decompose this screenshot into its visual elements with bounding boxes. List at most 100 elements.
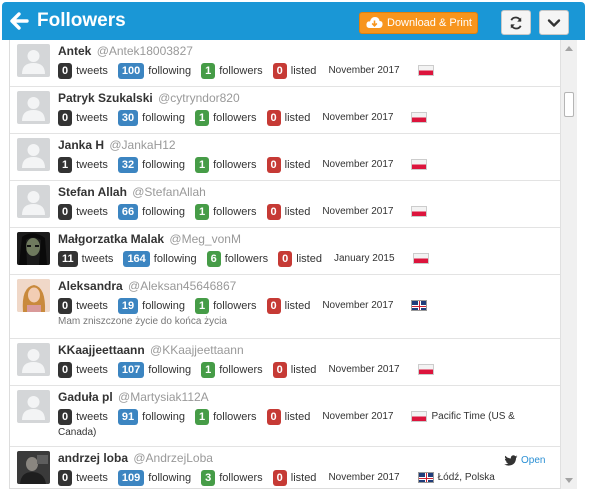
user-name[interactable]: KKaajjeettaann	[58, 343, 145, 357]
list-item[interactable]: Aleksandra @Aleksan45646867 0 tweets 19 foll…	[10, 275, 562, 339]
user-name[interactable]: Aleksandra	[58, 279, 123, 293]
name-line: Stefan Allah @StefanAllah	[58, 185, 206, 199]
user-name[interactable]: andrzej loba	[58, 451, 128, 465]
list-item[interactable]: Patryk Szukalski @cytryndor820 0 tweets 30 f…	[10, 87, 562, 134]
tweets-count-badge: 1	[58, 156, 73, 173]
scrollbar[interactable]	[560, 40, 577, 489]
following-label: following	[153, 252, 197, 265]
user-handle[interactable]: @JankaH12	[109, 138, 175, 152]
scrollbar-thumb[interactable]	[564, 92, 574, 117]
list-item[interactable]: Gaduła pl @Martysiak112A 0 tweets 91 followi…	[10, 386, 562, 447]
listed-label: listed	[284, 158, 311, 171]
uk-flag-icon	[411, 300, 428, 311]
tweets-count-badge: 0	[58, 62, 73, 79]
download-print-label: Download & Print	[387, 17, 472, 29]
listed-count-badge: 0	[278, 250, 293, 267]
following-count-badge: 32	[117, 156, 139, 173]
followers-count-badge: 1	[194, 156, 210, 173]
following-label: following	[148, 471, 192, 484]
followers-count-badge: 1	[201, 361, 216, 378]
avatar[interactable]	[17, 390, 50, 423]
open-profile-link[interactable]: Open	[504, 455, 545, 466]
user-name[interactable]: Małgorzatka Malak	[58, 232, 164, 246]
stats-line: 0 tweets 66 following 1 followers 0 listed Novem…	[58, 203, 431, 220]
user-name[interactable]: Patryk Szukalski	[58, 91, 153, 105]
list-item[interactable]: andrzej loba @AndrzejLoba 0 tweets 109 follo…	[10, 447, 562, 488]
user-name[interactable]: Gaduła pl	[58, 390, 113, 404]
tweets-count-badge: 0	[58, 361, 73, 378]
avatar[interactable]	[17, 279, 50, 312]
user-handle[interactable]: @KKaajjeettaann	[150, 343, 244, 357]
open-label: Open	[521, 455, 546, 467]
listed-label: listed	[290, 363, 317, 376]
user-handle[interactable]: @Aleksan45646867	[128, 279, 236, 293]
list-item[interactable]: Janka H @JankaH12 1 tweets 32 following 1 foll…	[10, 134, 562, 181]
followers-count-badge: 1	[201, 62, 216, 79]
user-name[interactable]: Antek	[58, 44, 91, 58]
stats-line: 1 tweets 32 following 1 followers 0 listed Novem…	[58, 156, 431, 173]
list-item[interactable]: Antek @Antek18003827 0 tweets 100 following 1…	[10, 40, 562, 87]
following-count-badge: 91	[117, 408, 139, 425]
joined-date: November 2017	[322, 411, 394, 422]
poland-flag-icon	[411, 206, 428, 217]
following-count-badge: 100	[117, 62, 145, 79]
back-arrow-icon[interactable]	[10, 11, 30, 31]
avatar[interactable]	[17, 91, 50, 124]
avatar[interactable]	[17, 138, 50, 171]
user-handle[interactable]: @cytryndor820	[158, 91, 240, 105]
listed-label: listed	[290, 471, 317, 484]
joined-date: November 2017	[328, 472, 400, 483]
following-label: following	[142, 158, 185, 171]
following-count-badge: 30	[117, 109, 139, 126]
user-handle[interactable]: @AndrzejLoba	[133, 451, 213, 465]
tweets-label: tweets	[76, 158, 108, 171]
user-handle[interactable]: @Martysiak112A	[118, 390, 209, 404]
stats-line: 0 tweets 100 following 1 followers 0 listed Nove…	[58, 62, 438, 79]
poland-flag-icon	[411, 411, 428, 422]
stats-line: 11 tweets 164 following 6 followers 0 listed Jan…	[58, 250, 433, 267]
avatar[interactable]	[17, 185, 50, 218]
scroll-up-icon[interactable]	[565, 46, 573, 51]
user-name[interactable]: Stefan Allah	[58, 185, 127, 199]
followers-label: followers	[219, 471, 263, 484]
tweets-label: tweets	[76, 64, 108, 77]
avatar[interactable]	[17, 451, 50, 484]
followers-label: followers	[213, 410, 257, 423]
following-count-badge: 107	[117, 361, 145, 378]
name-line: Małgorzatka Malak @Meg_vonM	[58, 232, 241, 246]
followers-panel: Followers Download & Print Antek @Antek1…	[0, 0, 589, 499]
poland-flag-icon	[417, 364, 434, 375]
following-count-badge: 109	[117, 469, 145, 486]
scroll-down-icon[interactable]	[565, 478, 573, 483]
stats-line: 0 tweets 19 following 1 followers 0 listed Novem…	[58, 297, 431, 314]
stats-line: 0 tweets 109 following 3 followers 0 listed Nove…	[58, 469, 495, 486]
user-handle[interactable]: @Meg_vonM	[169, 232, 241, 246]
tweets-label: tweets	[76, 205, 108, 218]
download-print-button[interactable]: Download & Print	[359, 12, 478, 34]
user-name[interactable]: Janka H	[58, 138, 104, 152]
avatar[interactable]	[17, 44, 50, 77]
listed-count-badge: 0	[266, 203, 281, 220]
list-item[interactable]: Stefan Allah @StefanAllah 0 tweets 66 follow…	[10, 181, 562, 228]
following-label: following	[142, 299, 185, 312]
followers-label: followers	[219, 363, 263, 376]
list-item[interactable]: KKaajjeettaann @KKaajjeettaann 0 tweets 107…	[10, 339, 562, 386]
options-dropdown-button[interactable]	[539, 10, 569, 35]
user-handle[interactable]: @StefanAllah	[132, 185, 206, 199]
followers-count-badge: 1	[194, 203, 210, 220]
page-title: Followers	[37, 10, 126, 31]
poland-flag-icon	[411, 112, 428, 123]
avatar[interactable]	[17, 232, 50, 265]
listed-label: listed	[284, 299, 311, 312]
followers-count-badge: 3	[201, 469, 216, 486]
followers-label: followers	[224, 252, 269, 265]
followers-list[interactable]: Antek @Antek18003827 0 tweets 100 following 1…	[9, 40, 577, 489]
user-handle[interactable]: @Antek18003827	[97, 44, 193, 58]
followers-label: followers	[213, 158, 257, 171]
listed-count-badge: 0	[272, 361, 287, 378]
avatar[interactable]	[17, 343, 50, 376]
refresh-button[interactable]	[501, 10, 531, 35]
list-item[interactable]: Małgorzatka Malak @Meg_vonM 11 tweets 164 fo…	[10, 228, 562, 275]
following-label: following	[142, 410, 185, 423]
name-line: KKaajjeettaann @KKaajjeettaann	[58, 343, 244, 357]
